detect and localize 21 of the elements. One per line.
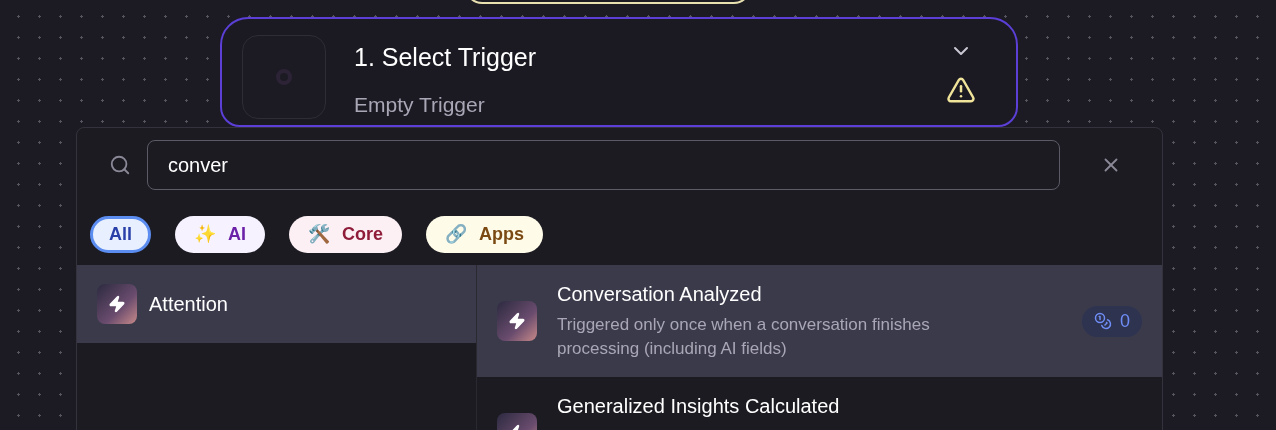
emoji-icon: ✨ [194, 221, 216, 248]
category-item[interactable]: Attention [77, 265, 476, 343]
step-card[interactable]: 1. Select Trigger Empty Trigger [220, 17, 1018, 127]
filter-chip[interactable]: ✨ AI [175, 216, 265, 253]
filter-chip[interactable]: 🔗 Apps [426, 216, 544, 253]
result-title: Conversation Analyzed [557, 282, 763, 307]
search-field[interactable]: conver [147, 140, 1060, 190]
emoji-icon: 🔗 [445, 221, 468, 248]
filter-chip[interactable]: 🛠 Core [289, 216, 403, 253]
lightning-icon [97, 284, 137, 324]
step-subtitle: Empty Trigger [354, 91, 486, 118]
result-title: Generalized Insights Calculated [557, 394, 841, 419]
filter-chip[interactable]: All [90, 216, 151, 253]
credit-badge: 0 [1082, 305, 1142, 337]
result-item[interactable]: Conversation Analyzed Triggered only once when a conversation finishes processing (including AI fields) 0 [477, 265, 1162, 377]
result-description: Triggered only once when a conversation finishes processing (including AI fields) [557, 314, 931, 360]
result-item[interactable]: Generalized Insights Calculated [477, 377, 1162, 430]
emoji-icon: 🛠 [308, 221, 330, 248]
step-title: 1. Select Trigger [354, 42, 538, 73]
lightning-icon [497, 301, 537, 341]
search-icon [109, 154, 131, 176]
